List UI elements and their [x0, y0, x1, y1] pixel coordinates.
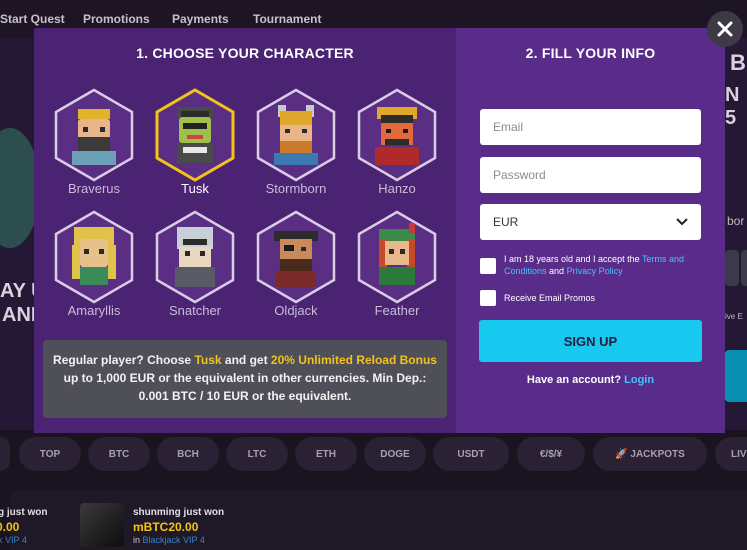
hanzo-avatar: [357, 88, 437, 182]
hero-cta-button[interactable]: [725, 350, 747, 402]
character-name: Feather: [374, 303, 420, 318]
close-button[interactable]: [707, 11, 743, 47]
terms-label: I am 18 years old and I accept the Terms…: [504, 253, 704, 277]
hero-input[interactable]: [725, 250, 739, 286]
hero-fragment: ANI: [2, 304, 37, 326]
terms-text: I am 18 years old and I accept the: [504, 254, 640, 264]
promo-box: Regular player? Choose Tusk and get 20% …: [43, 340, 447, 418]
promo-text: Regular player? Choose: [53, 353, 192, 367]
currency-value: EUR: [493, 215, 519, 229]
character-tusk[interactable]: Tusk: [149, 87, 241, 207]
info-pane: 2. FILL YOUR INFO EUR I am 18 years old …: [456, 28, 725, 433]
signup-modal: 1. CHOOSE YOUR CHARACTER Braverus Tusk S…: [34, 28, 725, 433]
promos-label: Receive Email Promos: [504, 293, 596, 303]
promo-text: and get: [224, 353, 268, 367]
terms-and: and: [549, 266, 565, 276]
promos-checkbox[interactable]: [480, 290, 496, 306]
category-chip[interactable]: BTC: [88, 437, 150, 471]
promo-text: up to 1,000 EUR or the equivalent in oth…: [63, 371, 427, 403]
win-title: shunming just won: [133, 507, 225, 518]
login-prompt: Have an account? Login: [456, 374, 725, 386]
category-chip[interactable]: [0, 437, 10, 471]
win-title: g just won: [0, 507, 48, 518]
nav-item-promotions[interactable]: Promotions: [83, 12, 150, 26]
win-game-link[interactable]: k VIP 4: [0, 535, 27, 545]
character-name: Snatcher: [168, 303, 222, 318]
win-amount: mBTC20.00: [133, 520, 199, 534]
oldjack-avatar: [256, 210, 336, 304]
email-field[interactable]: [480, 109, 701, 145]
chevron-down-icon: [676, 218, 688, 226]
character-name: Braverus: [67, 181, 121, 196]
amaryllis-avatar: [54, 210, 134, 304]
character-hanzo[interactable]: Hanzo: [351, 87, 443, 207]
currency-select[interactable]: EUR: [480, 204, 701, 240]
hero-fragment: bor: [727, 214, 745, 228]
account-text: Have an account?: [526, 374, 622, 386]
hero-fragment: B: [730, 50, 746, 75]
character-name: Oldjack: [274, 303, 318, 318]
signup-button[interactable]: SIGN UP: [479, 320, 702, 362]
character-pane: 1. CHOOSE YOUR CHARACTER Braverus Tusk S…: [34, 28, 456, 433]
terms-checkbox[interactable]: [480, 258, 496, 274]
close-icon: [717, 21, 733, 37]
category-chip[interactable]: €/$/¥: [517, 437, 585, 471]
password-field[interactable]: [480, 157, 701, 193]
promo-bonus: 20% Unlimited Reload Bonus: [270, 353, 437, 367]
hero-fragment: N 5: [725, 84, 740, 129]
character-name: Hanzo: [378, 181, 416, 196]
character-braverus[interactable]: Braverus: [48, 87, 140, 207]
category-chip-jackpots[interactable]: 🚀 JACKPOTS: [593, 437, 707, 471]
braverus-avatar: [54, 88, 134, 182]
stormborn-avatar: [256, 88, 336, 182]
privacy-link[interactable]: Privacy Policy: [567, 266, 623, 276]
win-prefix: in: [133, 535, 141, 545]
win-game-info: in Blackjack VIP 4: [133, 535, 205, 545]
category-chip[interactable]: TOP: [19, 437, 81, 471]
character-oldjack[interactable]: Oldjack: [250, 209, 342, 329]
game-thumbnail[interactable]: [80, 503, 124, 547]
tusk-avatar: [155, 88, 235, 182]
login-link[interactable]: Login: [624, 374, 654, 386]
step2-title: 2. FILL YOUR INFO: [525, 45, 656, 61]
character-stormborn[interactable]: Stormborn: [250, 87, 342, 207]
character-name: Tusk: [181, 181, 209, 196]
category-chip[interactable]: BCH: [157, 437, 219, 471]
category-chip[interactable]: ETH: [295, 437, 357, 471]
character-name: Amaryllis: [67, 303, 121, 318]
category-chip[interactable]: LIV: [715, 437, 747, 471]
hero-input[interactable]: [741, 250, 747, 286]
promo-character: Tusk: [194, 353, 222, 367]
category-chip[interactable]: DOGE: [364, 437, 426, 471]
feather-avatar: [357, 210, 437, 304]
category-chip[interactable]: USDT: [433, 437, 509, 471]
character-feather[interactable]: Feather: [351, 209, 443, 329]
character-snatcher[interactable]: Snatcher: [149, 209, 241, 329]
nav-item-payments[interactable]: Payments: [172, 12, 229, 26]
snatcher-avatar: [155, 210, 235, 304]
nav-item-start-quest[interactable]: Start Quest: [0, 12, 65, 26]
nav-item-tournament[interactable]: Tournament: [253, 12, 321, 26]
win-amount: 0.00: [0, 520, 20, 534]
win-game-link[interactable]: Blackjack VIP 4: [143, 535, 205, 545]
character-name: Stormborn: [265, 181, 327, 196]
category-chip[interactable]: LTC: [226, 437, 288, 471]
hero-fragment: ive E: [725, 312, 743, 321]
step1-title: 1. CHOOSE YOUR CHARACTER: [136, 45, 354, 61]
character-amaryllis[interactable]: Amaryllis: [48, 209, 140, 329]
